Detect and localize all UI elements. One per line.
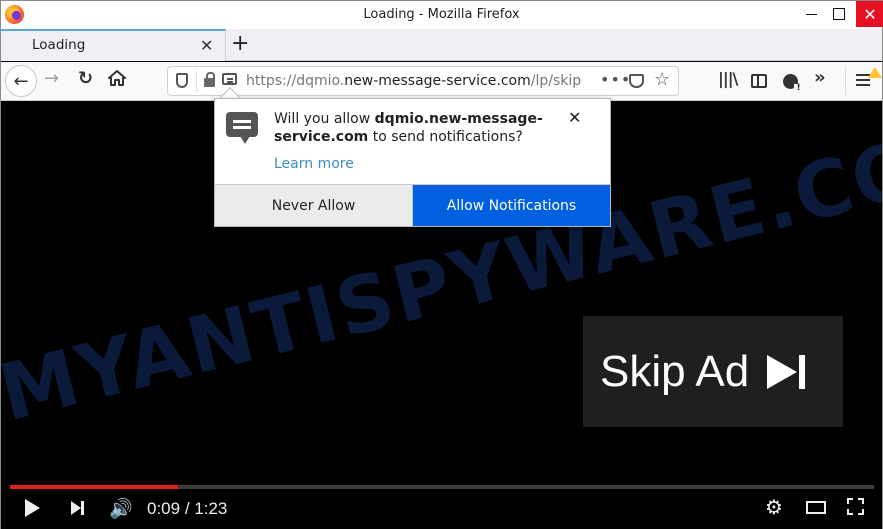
bookmark-star-icon[interactable]: ☆ — [654, 69, 670, 90]
never-allow-button[interactable]: Never Allow — [215, 185, 413, 226]
video-progress-fill — [10, 485, 179, 489]
tracking-warning-icon[interactable] — [783, 74, 803, 93]
page-actions-button[interactable]: ••• — [600, 70, 631, 89]
window-title: Loading - Mozilla Firefox — [363, 7, 520, 22]
sidebar-icon[interactable] — [751, 74, 767, 88]
skip-ad-button[interactable]: Skip Ad — [583, 316, 843, 427]
current-time: 0:09 — [147, 499, 181, 518]
update-warning-icon — [868, 67, 882, 78]
permission-message: Will you allow dqmio.new-message-service… — [274, 110, 564, 146]
navigation-toolbar: ← → ↻ https://dqmio.new-message-service.… — [1, 62, 882, 101]
theater-mode-icon[interactable] — [806, 501, 826, 514]
url-bar[interactable]: https://dqmio.new-message-service.com/lp… — [167, 66, 679, 96]
url-scheme: https:// — [246, 73, 297, 89]
title-bar: Loading - Mozilla Firefox ✕ — [1, 1, 883, 29]
skip-ad-label: Skip Ad — [600, 346, 750, 396]
settings-gear-icon[interactable]: ⚙ — [765, 495, 783, 519]
tab-title: Loading — [32, 37, 86, 53]
duration: 1:23 — [194, 499, 228, 518]
url-host: new-message-service.com — [344, 73, 531, 89]
toolbar-divider — [845, 67, 846, 95]
popup-close-icon[interactable]: ✕ — [568, 108, 581, 127]
new-tab-button[interactable]: + — [231, 31, 249, 57]
tab-bar: Loading ✕ + — [1, 29, 882, 61]
notification-permission-popup: Will you allow dqmio.new-message-service… — [214, 98, 611, 227]
time-display: 0:09 / 1:23 — [147, 499, 228, 518]
video-progress-bar[interactable] — [10, 485, 874, 489]
next-button[interactable] — [71, 501, 84, 515]
url-bar-divider — [196, 71, 197, 91]
reload-button[interactable]: ↻ — [78, 68, 93, 89]
allow-notifications-button[interactable]: Allow Notifications — [413, 185, 610, 226]
library-icon[interactable]: |||\ — [718, 69, 738, 88]
close-window-button[interactable]: ✕ — [856, 1, 883, 27]
tab-loading[interactable]: Loading ✕ — [1, 29, 226, 61]
overflow-menu-icon[interactable]: » — [814, 67, 826, 88]
message-suffix: to send notifications? — [368, 129, 523, 145]
maximize-button[interactable] — [825, 1, 853, 27]
tab-close-icon[interactable]: ✕ — [200, 36, 213, 55]
home-icon — [108, 70, 126, 86]
popup-buttons: Never Allow Allow Notifications — [215, 184, 610, 226]
skip-next-icon — [767, 354, 809, 389]
pocket-icon[interactable] — [629, 74, 644, 88]
fullscreen-icon[interactable] — [847, 498, 864, 515]
browser-window: Loading - Mozilla Firefox ✕ Loading ✕ + … — [0, 0, 883, 529]
home-button[interactable] — [108, 69, 126, 87]
volume-icon[interactable]: 🔊 — [109, 497, 133, 520]
notification-permission-icon[interactable] — [222, 73, 237, 85]
lock-icon[interactable] — [204, 72, 215, 87]
message-prefix: Will you allow — [274, 111, 375, 127]
forward-button[interactable]: → — [44, 68, 59, 89]
url-text[interactable]: https://dqmio.new-message-service.com/lp… — [246, 73, 596, 89]
back-button[interactable]: ← — [5, 65, 37, 97]
play-button[interactable] — [25, 499, 40, 517]
notification-chat-icon — [226, 112, 258, 144]
url-subdomain: dqmio. — [296, 73, 345, 89]
tracking-protection-shield-icon[interactable] — [176, 73, 188, 88]
learn-more-link[interactable]: Learn more — [274, 156, 354, 172]
url-path: /lp/skip — [530, 73, 582, 89]
minimize-button[interactable] — [797, 1, 825, 27]
